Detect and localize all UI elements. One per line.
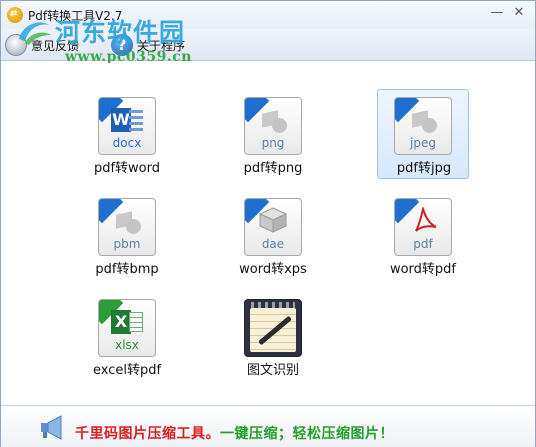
minimize-button[interactable]: — [487, 5, 507, 21]
excel-doc-icon: X xlsx [98, 299, 156, 357]
tool-word-to-pdf[interactable]: pdf word转pdf [377, 190, 469, 280]
tool-label: word转xps [239, 262, 307, 277]
tool-ext-label: dae [261, 237, 285, 251]
tool-ocr[interactable]: 图文识别 [227, 291, 319, 381]
promo-text[interactable]: 千里码图片压缩工具。一键压缩；轻松压缩图片！ [75, 423, 394, 443]
tool-pdf-to-bmp[interactable]: pbm pdf转bmp [81, 190, 173, 280]
tool-pdf-to-word[interactable]: W docx pdf转word [81, 89, 173, 179]
promo-text-green: 一键压缩；轻松压缩图片！ [220, 426, 394, 442]
word-doc-icon: W docx [98, 97, 156, 155]
app-window: ⇄ Pdf转换工具V2.7 — ✕ 意见反馈 ? 关于程序 河东软件园 www.… [0, 0, 536, 447]
tool-ext-label: xlsx [115, 338, 139, 352]
tool-label: 图文识别 [246, 363, 299, 378]
pdf-acrobat-icon: pdf [394, 198, 452, 256]
tool-label: pdf转jpg [396, 161, 452, 176]
xps-cube-icon: dae [244, 198, 302, 256]
tool-label: pdf转word [93, 161, 161, 176]
tool-label: word转pdf [389, 262, 457, 277]
promo-text-red: 千里码图片压缩工具。 [75, 426, 220, 442]
tool-pdf-to-jpg[interactable]: jpeg pdf转jpg [377, 89, 469, 179]
tool-label: pdf转bmp [95, 262, 159, 277]
tool-label: pdf转png [243, 161, 303, 176]
pbm-image-icon: pbm [98, 198, 156, 256]
tool-grid: W docx pdf转word png pdf转png jpeg pdf转jpg… [3, 63, 533, 403]
promo-footer[interactable]: 千里码图片压缩工具。一键压缩；轻松压缩图片！ [1, 405, 535, 447]
megaphone-icon [41, 415, 62, 440]
watermark-logo-icon [19, 22, 51, 45]
tool-excel-to-pdf[interactable]: X xlsx excel转pdf [81, 291, 173, 381]
watermark-title: 河东软件园 [55, 18, 186, 47]
png-image-icon: png [244, 97, 302, 155]
tool-ext-label: jpeg [410, 136, 436, 150]
tool-label: excel转pdf [92, 363, 162, 378]
tool-ext-label: pdf [413, 237, 433, 251]
jpeg-image-icon: jpeg [394, 97, 452, 155]
tool-ext-label: docx [112, 136, 142, 150]
tool-pdf-to-png[interactable]: png pdf转png [227, 89, 319, 179]
tool-ext-label: pbm [113, 237, 141, 251]
close-button[interactable]: ✕ [509, 5, 529, 21]
tool-ext-label: png [261, 136, 285, 150]
notepad-pen-icon [244, 299, 302, 357]
tool-word-to-xps[interactable]: dae word转xps [227, 190, 319, 280]
